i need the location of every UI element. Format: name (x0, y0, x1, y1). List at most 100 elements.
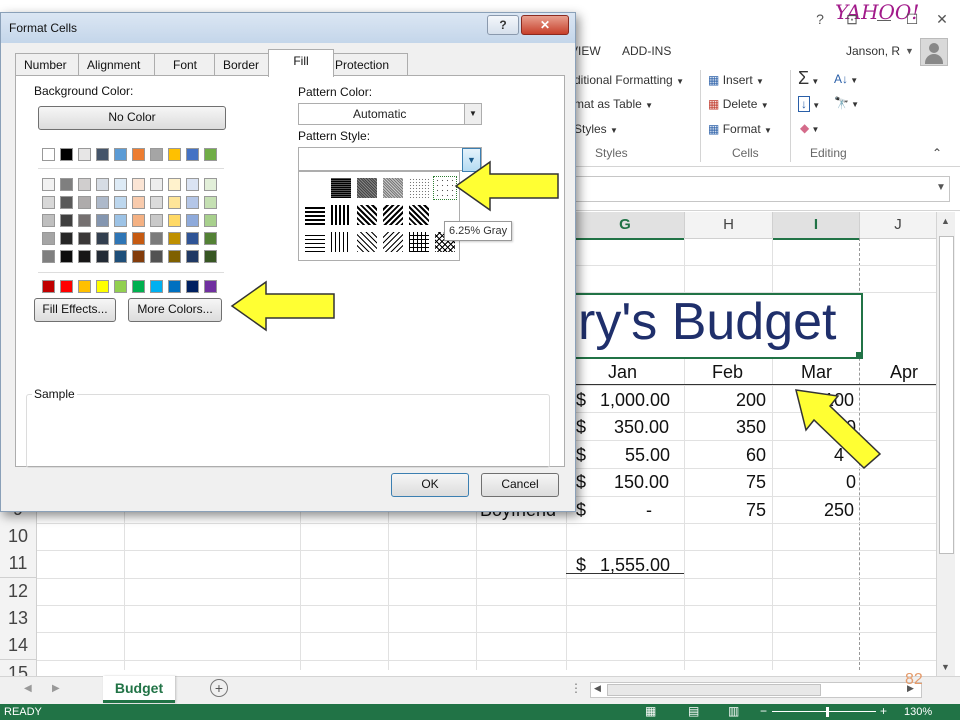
tab-font[interactable]: Font (154, 53, 216, 76)
theme-shade-swatch[interactable] (168, 232, 181, 245)
horizontal-scrollbar[interactable]: ◀ ▶ (590, 682, 922, 698)
delete-cells-button[interactable]: ▦ Delete ▼ (708, 97, 769, 111)
sort-filter-button[interactable]: A↓ ▼ (834, 72, 858, 86)
theme-shade-swatch[interactable] (114, 178, 127, 191)
format-cells-button[interactable]: ▦ Format ▼ (708, 122, 772, 136)
theme-color-swatch[interactable] (132, 148, 145, 161)
pattern-color-dropdown-icon[interactable]: ▼ (464, 104, 481, 124)
theme-shade-swatch[interactable] (78, 250, 91, 263)
pattern-style-option[interactable] (331, 178, 351, 198)
theme-shade-swatch[interactable] (168, 196, 181, 209)
insert-cells-button[interactable]: ▦ Insert ▼ (708, 73, 764, 87)
pattern-style-option[interactable] (305, 232, 325, 252)
theme-shade-swatch[interactable] (150, 178, 163, 191)
account-name[interactable]: Janson, R (846, 44, 900, 58)
theme-shade-swatch[interactable] (186, 250, 199, 263)
theme-shade-swatch[interactable] (42, 214, 55, 227)
tab-split-icon[interactable]: ⋮ (570, 681, 582, 695)
tab-fill[interactable]: Fill (268, 49, 334, 77)
column-header-j[interactable]: J (860, 212, 937, 239)
add-sheet-icon[interactable]: + (210, 679, 228, 697)
theme-shade-swatch[interactable] (78, 232, 91, 245)
theme-shade-swatch[interactable] (114, 250, 127, 263)
theme-shade-swatch[interactable] (186, 178, 199, 191)
conditional-formatting-button[interactable]: ditional Formatting ▼ (574, 73, 684, 87)
pattern-style-option[interactable] (409, 178, 429, 198)
page-layout-icon[interactable]: ▤ (688, 704, 699, 718)
theme-shade-swatch[interactable] (60, 196, 73, 209)
pattern-color-select[interactable]: Automatic ▼ (298, 103, 482, 125)
theme-shade-swatch[interactable] (78, 178, 91, 191)
pattern-style-option[interactable] (383, 232, 403, 252)
pattern-style-option[interactable] (409, 205, 429, 225)
row-header-15[interactable]: 15 (0, 660, 37, 677)
scroll-up-icon[interactable]: ▲ (941, 216, 950, 226)
no-color-button[interactable]: No Color (38, 106, 226, 130)
theme-shade-swatch[interactable] (114, 196, 127, 209)
theme-color-swatch[interactable] (60, 148, 73, 161)
theme-shade-swatch[interactable] (42, 232, 55, 245)
formula-input[interactable] (572, 176, 950, 202)
column-header-g[interactable]: G (566, 212, 685, 240)
scroll-thumb[interactable] (939, 236, 954, 554)
sheet-tab-budget[interactable]: Budget (103, 676, 175, 703)
theme-shade-swatch[interactable] (204, 178, 217, 191)
theme-shade-swatch[interactable] (186, 196, 199, 209)
ribbon-display-button[interactable]: ⊡ (840, 10, 864, 28)
theme-shade-swatch[interactable] (168, 250, 181, 263)
theme-shade-swatch[interactable] (150, 232, 163, 245)
tab-protection[interactable]: Protection (326, 53, 408, 76)
column-header-h[interactable]: H (685, 212, 773, 239)
theme-color-swatch[interactable] (150, 148, 163, 161)
next-sheet-icon[interactable]: ▶ (52, 683, 60, 694)
help-button[interactable]: ? (808, 10, 832, 28)
zoom-level[interactable]: 130% (904, 706, 932, 718)
theme-shade-swatch[interactable] (96, 232, 109, 245)
pattern-style-option[interactable] (357, 232, 377, 252)
pattern-style-option[interactable] (357, 205, 377, 225)
theme-color-swatch[interactable] (186, 148, 199, 161)
theme-shade-swatch[interactable] (96, 214, 109, 227)
theme-shade-swatch[interactable] (42, 250, 55, 263)
standard-color-swatch[interactable] (60, 280, 73, 293)
theme-shade-swatch[interactable] (150, 196, 163, 209)
theme-color-swatch[interactable] (96, 148, 109, 161)
theme-shade-swatch[interactable] (96, 196, 109, 209)
fill-effects-button[interactable]: Fill Effects... (34, 298, 116, 322)
theme-shade-swatch[interactable] (60, 250, 73, 263)
maximize-button[interactable]: ☐ (900, 10, 924, 28)
scroll-down-icon[interactable]: ▼ (941, 662, 950, 672)
theme-shade-swatch[interactable] (150, 214, 163, 227)
standard-color-swatch[interactable] (168, 280, 181, 293)
standard-color-swatch[interactable] (186, 280, 199, 293)
tab-alignment[interactable]: Alignment (78, 53, 156, 76)
standard-color-swatch[interactable] (132, 280, 145, 293)
vertical-scrollbar[interactable]: ▲ ▼ (936, 212, 955, 676)
prev-sheet-icon[interactable]: ◀ (24, 683, 32, 694)
theme-shade-swatch[interactable] (132, 250, 145, 263)
theme-shade-swatch[interactable] (186, 214, 199, 227)
zoom-slider-thumb[interactable] (826, 707, 829, 717)
row-header-14[interactable]: 14 (0, 632, 37, 660)
pattern-style-option[interactable] (331, 232, 351, 252)
pattern-style-option[interactable] (305, 205, 325, 225)
page-break-icon[interactable]: ▥ (728, 704, 739, 718)
theme-shade-swatch[interactable] (60, 214, 73, 227)
theme-color-swatch[interactable] (42, 148, 55, 161)
standard-color-swatch[interactable] (114, 280, 127, 293)
theme-shade-swatch[interactable] (168, 178, 181, 191)
row-header-12[interactable]: 12 (0, 578, 37, 606)
fill-handle[interactable] (856, 352, 862, 358)
theme-shade-swatch[interactable] (204, 214, 217, 227)
standard-color-swatch[interactable] (78, 280, 91, 293)
minimize-button[interactable]: — (872, 10, 896, 28)
theme-shade-swatch[interactable] (78, 214, 91, 227)
theme-shade-swatch[interactable] (186, 232, 199, 245)
cancel-button[interactable]: Cancel (481, 473, 559, 497)
theme-color-swatch[interactable] (114, 148, 127, 161)
scroll-left-icon[interactable]: ◀ (594, 683, 601, 694)
column-header-i[interactable]: I (773, 212, 860, 240)
row-header-11[interactable]: 11 (0, 550, 37, 578)
standard-color-swatch[interactable] (42, 280, 55, 293)
theme-shade-swatch[interactable] (60, 178, 73, 191)
